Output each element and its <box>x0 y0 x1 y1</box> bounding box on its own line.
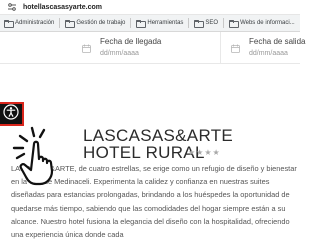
checkout-input[interactable]: dd/mm/aaaa <box>249 50 288 57</box>
bookmark-label: Gestión de trabajo <box>76 20 126 26</box>
folder-icon <box>136 19 147 28</box>
page-info-icon[interactable] <box>7 2 17 12</box>
star-rating: ★★★★ <box>188 148 221 157</box>
bookmark-divider <box>223 18 225 28</box>
bookmark-divider <box>59 18 61 28</box>
hotel-type: HOTEL RURAL <box>83 143 205 162</box>
bookmark-herramientas[interactable]: Herramientas <box>132 17 187 29</box>
bookmark-administracion[interactable]: Administración <box>0 17 58 29</box>
bookmark-webs[interactable]: Webs de informaci... <box>225 17 299 29</box>
bookmark-label: Administración <box>15 20 55 26</box>
url-domain: hotellascasasyarte.com <box>23 3 102 11</box>
bookmark-label: SEO <box>205 20 219 26</box>
bookmark-gestion[interactable]: Gestión de trabajo <box>61 17 129 29</box>
checkin-input[interactable]: dd/mm/aaaa <box>100 50 139 57</box>
checkin-label: Fecha de llegada <box>100 37 162 46</box>
folder-icon <box>65 19 76 28</box>
bookmark-divider <box>188 18 190 28</box>
folder-icon <box>229 19 240 28</box>
bookmark-label: Webs de informaci... <box>240 20 295 26</box>
calendar-icon <box>231 40 240 53</box>
bookmarks-bar: Administración Gestión de trabajo Herram… <box>0 15 300 32</box>
accessibility-button[interactable] <box>0 102 24 126</box>
checkin-date-field[interactable]: Fecha de llegada dd/mm/aaaa <box>0 32 240 64</box>
calendar-icon <box>82 40 91 53</box>
hand-pointer-icon <box>10 126 74 186</box>
checkout-date-field[interactable]: Fecha de salida dd/mm/aaaa <box>220 32 305 64</box>
accessibility-icon <box>3 103 19 125</box>
checkout-label: Fecha de salida <box>249 37 306 46</box>
bookmark-seo[interactable]: SEO <box>190 17 222 29</box>
url-text[interactable]: hotellascasasyarte.com <box>23 4 102 11</box>
folder-icon <box>4 19 14 28</box>
folder-icon <box>194 19 205 28</box>
bookmark-divider <box>130 18 132 28</box>
address-bar[interactable]: hotellascasasyarte.com <box>0 0 300 15</box>
bookmark-label: Herramientas <box>147 20 184 26</box>
